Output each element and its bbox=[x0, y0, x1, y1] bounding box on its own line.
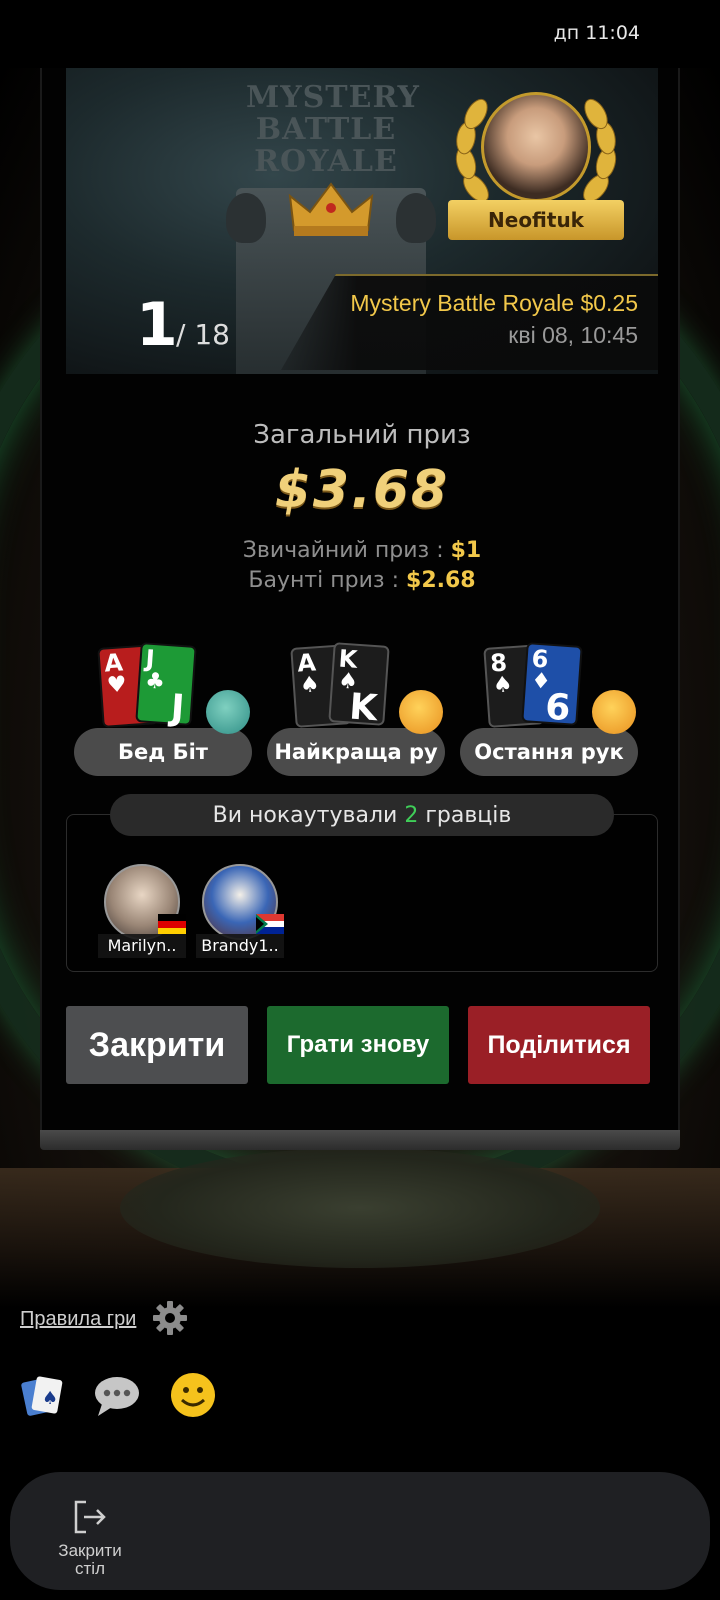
regular-prize-value: $1 bbox=[450, 538, 482, 563]
winner-name: Neofituk bbox=[448, 200, 624, 240]
chat-icon[interactable] bbox=[92, 1370, 142, 1420]
award-label: Найкраща ру bbox=[267, 728, 445, 776]
banner-title-art: MYSTERY BATTLE ROYALE bbox=[246, 80, 420, 179]
germany-flag-icon bbox=[158, 914, 186, 934]
regular-prize-label: Звичайний приз : bbox=[242, 538, 444, 563]
bounty-prize-value: $2.68 bbox=[406, 568, 476, 593]
card-2: K ♠ K bbox=[328, 642, 390, 729]
share-button[interactable]: Поділитися bbox=[468, 1006, 650, 1084]
thinking-emoji-icon bbox=[399, 690, 443, 734]
crown-icon bbox=[288, 182, 374, 236]
play-again-button[interactable]: Грати знову bbox=[267, 1006, 449, 1084]
south-africa-flag-icon bbox=[256, 914, 284, 934]
award-label: Остання рук bbox=[460, 728, 638, 776]
background-platform bbox=[120, 1148, 600, 1268]
knockout-text-after: гравців bbox=[425, 802, 512, 828]
total-prize-label: Загальний приз bbox=[253, 420, 471, 450]
winner-badge: Neofituk bbox=[436, 78, 636, 258]
game-rules-link[interactable]: Правила гри bbox=[20, 1308, 136, 1331]
knockout-summary: Ви нокаутували 2 гравців bbox=[110, 794, 614, 836]
player-name: Brandy1.. bbox=[196, 934, 284, 958]
smiley-icon[interactable] bbox=[168, 1370, 218, 1420]
bounty-prize-label: Баунті приз : bbox=[248, 568, 400, 593]
skull-left-art bbox=[226, 193, 266, 243]
award-label: Бед Біт bbox=[74, 728, 252, 776]
player-name: Marilyn.. bbox=[98, 934, 186, 958]
award-bad-beat[interactable]: A ♥ J ♣ J Бед Біт bbox=[74, 642, 252, 776]
cry-laugh-emoji-icon bbox=[206, 690, 250, 734]
rank-total: / 18 bbox=[176, 318, 230, 351]
knocked-out-player[interactable]: Brandy1.. bbox=[196, 864, 284, 960]
bottom-bar: Закрити стіл bbox=[10, 1472, 710, 1590]
knocked-out-player[interactable]: Marilyn.. bbox=[98, 864, 186, 960]
skull-right-art bbox=[396, 193, 436, 243]
svg-text:♠: ♠ bbox=[42, 1388, 58, 1409]
gear-icon[interactable] bbox=[152, 1300, 188, 1336]
tournament-name: Mystery Battle Royale $0.25 bbox=[350, 290, 638, 316]
regular-prize-line: Звичайний приз : $1 bbox=[42, 538, 682, 563]
status-time: дп 11:04 bbox=[553, 22, 640, 44]
panel-bottom-edge bbox=[40, 1130, 680, 1150]
award-last-hand[interactable]: 8 ♠ 6 ♦ 6 Остання рук bbox=[460, 642, 638, 776]
bounty-prize-line: Баунті приз : $2.68 bbox=[42, 568, 682, 593]
card-2: J ♣ J bbox=[135, 642, 197, 729]
knockout-text-before: Ви нокаутували bbox=[212, 802, 398, 828]
tournament-date: кві 08, 10:45 bbox=[508, 322, 638, 348]
exit-icon bbox=[74, 1500, 106, 1534]
card-2: 6 ♦ 6 bbox=[521, 642, 583, 729]
tournament-result-panel: MYSTERY BATTLE ROYALE 1 / 18 Mystery Bat… bbox=[40, 68, 680, 1130]
facepalm-emoji-icon bbox=[592, 690, 636, 734]
final-rank: 1 bbox=[136, 290, 178, 360]
award-best-hand[interactable]: A ♠ K ♠ K Найкраща ру bbox=[267, 642, 445, 776]
tournament-banner: MYSTERY BATTLE ROYALE 1 / 18 Mystery Bat… bbox=[66, 68, 658, 374]
exit-table-label: Закрити стіл bbox=[58, 1541, 122, 1578]
close-button[interactable]: Закрити bbox=[66, 1006, 248, 1084]
cards-icon[interactable]: ♠ bbox=[18, 1370, 68, 1420]
winner-avatar bbox=[481, 92, 591, 202]
status-bar: дп 11:04 bbox=[0, 0, 720, 68]
total-prize-amount: $3.68 bbox=[274, 460, 450, 520]
knockout-count: 2 bbox=[404, 802, 419, 828]
